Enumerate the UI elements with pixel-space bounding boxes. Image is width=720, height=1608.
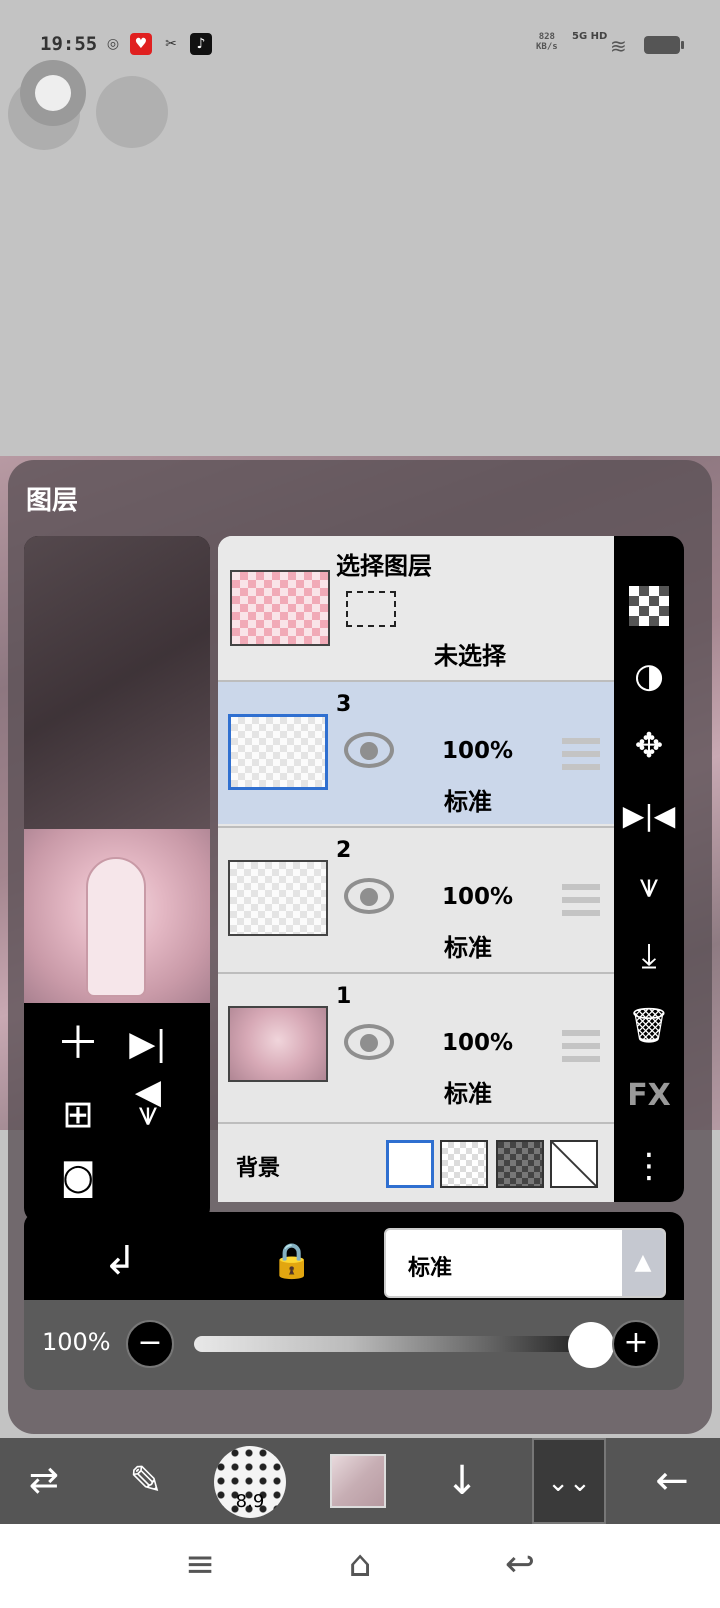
merge-down-icon[interactable]: ⤓: [614, 926, 684, 986]
selection-layer-row[interactable]: 选择图层 未选择: [218, 536, 614, 680]
battery-icon: [644, 36, 684, 54]
layers-toggle-button[interactable]: ⌄⌄: [532, 1438, 606, 1524]
app-notify-icon: ◎: [106, 36, 120, 52]
opacity-slider-track[interactable]: [194, 1336, 584, 1352]
layer-number: 3: [336, 692, 352, 717]
brush-icon[interactable]: ✎: [114, 1438, 178, 1524]
capcut-icon: ✂: [165, 36, 177, 52]
camera-icon[interactable]: ◙: [50, 1154, 106, 1206]
layer-thumbnail: [228, 1006, 328, 1082]
more-vertical-icon[interactable]: ⋮: [614, 1136, 684, 1196]
visibility-eye-icon[interactable]: [344, 732, 394, 768]
drag-handle-icon[interactable]: [562, 738, 600, 770]
layer-row-1[interactable]: 1 100% 标准: [218, 972, 614, 1116]
selection-title: 选择图层: [336, 552, 432, 580]
layer-side-toolbar: ◑ ✥ ▶|◀ ⩛ ⤓ 🗑 FX ⋮: [614, 536, 684, 1202]
selection-thumbnail: [230, 570, 330, 646]
drag-handle-icon[interactable]: [562, 884, 600, 916]
opacity-slider-row: 100% − +: [24, 1300, 684, 1390]
layer-number: 1: [336, 984, 352, 1009]
bottom-toolbar: ⇄ ✎ 8.9 ↓ ⌄⌄ ←: [0, 1438, 720, 1524]
bg-transparent-swatch[interactable]: [440, 1140, 488, 1188]
floating-button[interactable]: [96, 76, 168, 148]
wifi-icon: ≋: [610, 34, 627, 58]
layer-opacity: 100%: [442, 884, 514, 910]
fx-button[interactable]: FX: [614, 1066, 684, 1126]
visibility-eye-icon[interactable]: [344, 1024, 394, 1060]
duplicate-layer-icon[interactable]: ⊞: [50, 1090, 106, 1142]
layer-blend-mode: 标准: [444, 1080, 492, 1108]
alpha-lock-icon[interactable]: 🔒: [262, 1236, 322, 1286]
flip-horizontal-icon[interactable]: ▶|◀: [120, 1020, 176, 1112]
net-speed: 828 KB/s: [536, 32, 558, 52]
selection-status: 未选择: [434, 642, 506, 670]
red-app-icon: ♥: [130, 33, 152, 55]
add-layer-icon[interactable]: ＋: [50, 1020, 106, 1072]
brush-size-button[interactable]: 8.9: [214, 1446, 286, 1518]
trash-icon[interactable]: 🗑: [614, 996, 684, 1056]
visibility-eye-icon[interactable]: [344, 878, 394, 914]
opacity-value-label: 100%: [42, 1328, 111, 1356]
bg-none-swatch[interactable]: [550, 1140, 598, 1188]
bg-white-swatch[interactable]: [386, 1140, 434, 1188]
brush-size-value: 8.9: [235, 1491, 265, 1512]
menu-icon[interactable]: ≡: [170, 1544, 230, 1585]
floating-toggle-button[interactable]: [20, 60, 86, 126]
clipping-icon[interactable]: ◑: [614, 646, 684, 706]
flip-layer-vertical-icon[interactable]: ⩛: [614, 856, 684, 916]
home-icon[interactable]: ⌂: [330, 1544, 390, 1585]
system-nav-bar: ≡ ⌂ ↩: [0, 1524, 720, 1608]
selection-marquee-icon: [346, 591, 396, 627]
checker-icon[interactable]: [614, 576, 684, 636]
layer-list: 选择图层 未选择 3 100% 标准 2 100% 标准 1 100% 标准 背…: [218, 536, 614, 1202]
background-label: 背景: [236, 1156, 281, 1181]
bg-dark-checker-swatch[interactable]: [496, 1140, 544, 1188]
layer-row-3[interactable]: 3 100% 标准: [218, 680, 614, 824]
move-icon[interactable]: ✥: [614, 716, 684, 776]
preview-navigator[interactable]: [24, 536, 210, 829]
drag-handle-icon[interactable]: [562, 1030, 600, 1062]
layer-blend-mode: 标准: [444, 934, 492, 962]
tool-swap-icon[interactable]: ⇄: [12, 1438, 76, 1524]
minus-icon[interactable]: −: [126, 1320, 174, 1368]
clip-arrow-icon[interactable]: ↲: [90, 1236, 150, 1286]
layers-panel: 图层 ＋ ▶|◀ ⊞ ⩛ ◙ 选择图层 未选择 3 100% 标准 2 100%: [8, 460, 712, 1434]
layer-thumbnail: [228, 860, 328, 936]
layer-number: 2: [336, 838, 352, 863]
color-swatch[interactable]: [330, 1454, 386, 1508]
arrow-down-icon[interactable]: ↓: [430, 1438, 494, 1524]
status-bar: 19:55 ◎ ♥ ✂ ♪ 828 KB/s 5G HD ≋: [0, 0, 720, 90]
panel-title: 图层: [26, 486, 79, 516]
layer-row-2[interactable]: 2 100% 标准: [218, 826, 614, 970]
signal-indicator: 5G HD: [572, 31, 608, 42]
clock: 19:55: [40, 33, 98, 55]
triangle-up-icon: ▲: [622, 1230, 664, 1296]
canvas-preview: ＋ ▶|◀ ⊞ ⩛ ◙: [24, 536, 210, 1222]
back-arrow-icon[interactable]: ←: [640, 1438, 704, 1524]
layer-opacity: 100%: [442, 738, 514, 764]
layer-opacity: 100%: [442, 1030, 514, 1056]
flip-layer-horizontal-icon[interactable]: ▶|◀: [614, 786, 684, 846]
opacity-slider-knob[interactable]: [568, 1322, 614, 1368]
blend-mode-select[interactable]: 标准 ▲: [384, 1228, 666, 1298]
back-icon[interactable]: ↩: [490, 1544, 550, 1585]
layer-options-bar: ↲ 🔒 标准 ▲: [24, 1212, 684, 1310]
preview-image: [24, 829, 210, 1003]
layer-thumbnail: [228, 714, 328, 790]
background-row: 背景: [218, 1122, 614, 1202]
tiktok-icon: ♪: [190, 33, 212, 55]
double-chevron-down-icon: ⌄⌄: [547, 1468, 591, 1498]
flip-vertical-icon[interactable]: ⩛: [120, 1090, 176, 1142]
blend-mode-label: 标准: [408, 1256, 453, 1281]
plus-icon[interactable]: +: [612, 1320, 660, 1368]
layer-blend-mode: 标准: [444, 788, 492, 816]
